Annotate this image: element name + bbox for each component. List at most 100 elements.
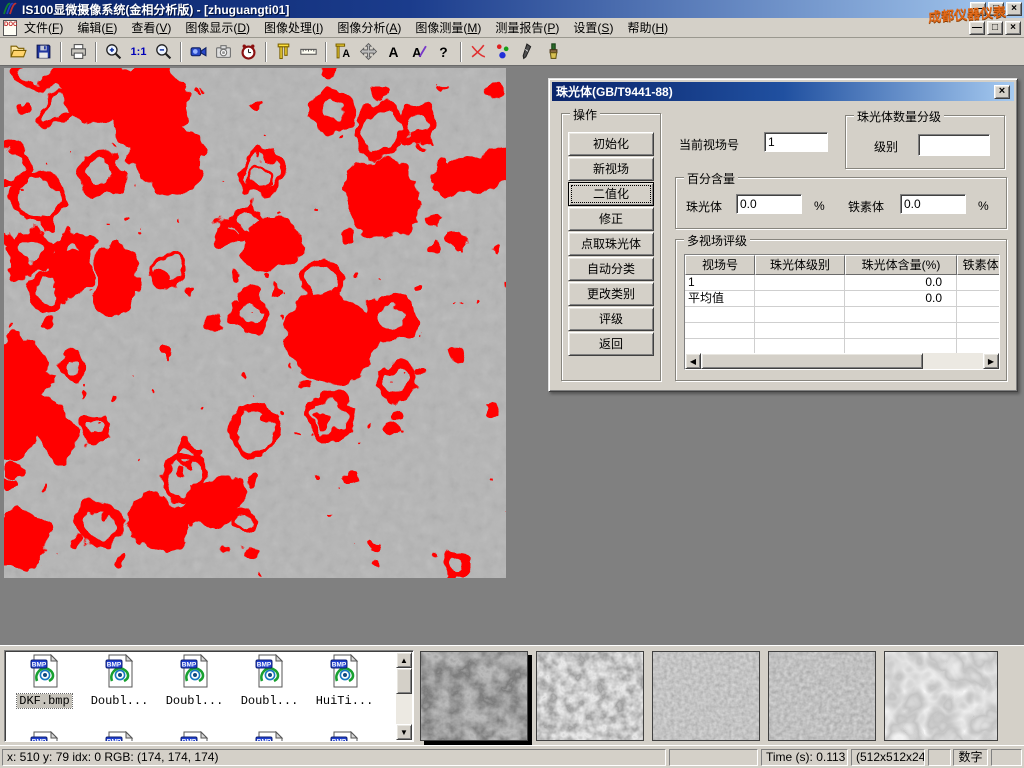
title-bar: IS100显微摄像系统(金相分析版) - [zhuguangti01] — □ … [0, 0, 1024, 18]
measure-text-button[interactable]: A [331, 40, 356, 64]
multi-field-table[interactable]: 视场号珠光体级别珠光体含量(%)铁素体含量(%) 10.0平均值0.0 ◀ ▶ [684, 254, 1000, 370]
file-item-1[interactable]: BMPDKF.bmp [7, 654, 82, 708]
table-row[interactable] [685, 323, 1000, 339]
menu-bar: DOC 文件(F)编辑(E)查看(V)图像显示(D)图像处理(I)图像分析(A)… [0, 18, 1024, 38]
particle-count-button[interactable] [491, 40, 516, 64]
table-row[interactable]: 10.0 [685, 275, 1000, 291]
zoom-in-icon [105, 43, 122, 60]
thumbnail-3[interactable] [652, 651, 760, 741]
file-name: HuiTi... [314, 694, 376, 708]
menu-item-5[interactable]: 图像处理(I) [257, 17, 330, 38]
actual-size-button[interactable]: 1:1 [126, 40, 151, 64]
current-field-input[interactable] [764, 132, 828, 152]
scroll-up-button[interactable]: ▲ [396, 652, 412, 668]
grading-group-label: 珠光体数量分级 [854, 108, 944, 125]
bmp-file-icon: BMP [178, 731, 212, 742]
scroll-right-button[interactable]: ▶ [983, 353, 999, 369]
table-cell [957, 291, 1000, 307]
workspace: 珠光体(GB/T9441-88) × 操作 初始化新视场二值化修正点取珠光体自动… [0, 66, 1024, 645]
operation-group: 操作 初始化新视场二值化修正点取珠光体自动分类更改类别评级返回 [561, 113, 661, 381]
ruler-button[interactable] [296, 40, 321, 64]
op-button-1[interactable]: 初始化 [568, 132, 654, 156]
help-button[interactable]: ? [431, 40, 456, 64]
brush-icon [545, 43, 562, 60]
op-button-4[interactable]: 修正 [568, 207, 654, 231]
pearlite-unit: % [814, 199, 825, 213]
thumbnail-4[interactable] [768, 651, 876, 741]
menu-item-9[interactable]: 设置(S) [566, 17, 620, 38]
file-list-vscrollbar[interactable]: ▲ ▼ [396, 652, 412, 740]
thumbnail-5[interactable] [884, 651, 998, 741]
file-item-row2-1[interactable]: BMP [7, 731, 82, 742]
vscrollbar-thumb[interactable] [396, 668, 412, 694]
scroll-left-button[interactable]: ◀ [685, 353, 701, 369]
file-item-row2-5[interactable]: BMP [307, 731, 382, 742]
op-button-3[interactable]: 二值化 [568, 182, 654, 206]
timer-button[interactable] [236, 40, 261, 64]
text-edit-button[interactable]: A [406, 40, 431, 64]
bmp-file-icon: BMP [178, 654, 212, 691]
file-item-row2-2[interactable]: BMP [82, 731, 157, 742]
video-capture-button[interactable] [186, 40, 211, 64]
ferrite-percent-input[interactable] [900, 194, 966, 214]
close-button[interactable]: × [1006, 2, 1022, 16]
camera-icon [215, 43, 232, 60]
file-item-4[interactable]: BMPDoubl... [232, 654, 307, 708]
menu-item-1[interactable]: 文件(F) [17, 17, 70, 38]
file-item-3[interactable]: BMPDoubl... [157, 654, 232, 708]
curve-tool-button[interactable] [466, 40, 491, 64]
menu-item-7[interactable]: 图像测量(M) [408, 17, 488, 38]
level-input[interactable] [918, 134, 990, 156]
op-button-2[interactable]: 新视场 [568, 157, 654, 181]
caliper-icon [275, 43, 292, 60]
thumbnail-1[interactable] [420, 651, 528, 741]
specimen-image[interactable] [4, 68, 506, 578]
menu-item-2[interactable]: 编辑(E) [70, 17, 124, 38]
save-button[interactable] [31, 40, 56, 64]
print-button[interactable] [66, 40, 91, 64]
thumbnail-2[interactable] [536, 651, 644, 741]
menu-item-6[interactable]: 图像分析(A) [330, 17, 408, 38]
menu-item-3[interactable]: 查看(V) [124, 17, 178, 38]
file-browser[interactable]: BMPDKF.bmpBMPDoubl...BMPDoubl...BMPDoubl… [4, 650, 414, 742]
dialog-title-bar[interactable]: 珠光体(GB/T9441-88) × [552, 82, 1014, 101]
file-item-2[interactable]: BMPDoubl... [82, 654, 157, 708]
minimize-button[interactable]: — [970, 2, 986, 16]
svg-text:BMP: BMP [256, 738, 271, 742]
table-hscrollbar[interactable]: ◀ ▶ [685, 353, 999, 369]
op-button-9[interactable]: 返回 [568, 332, 654, 356]
file-item-row2-3[interactable]: BMP [157, 731, 232, 742]
file-item-row2-4[interactable]: BMP [232, 731, 307, 742]
pearlite-percent-input[interactable] [736, 194, 802, 214]
move-cross-button[interactable] [356, 40, 381, 64]
op-button-7[interactable]: 更改类别 [568, 282, 654, 306]
text-label-button[interactable]: A [381, 40, 406, 64]
table-row[interactable] [685, 307, 1000, 323]
pointer-pen-button[interactable] [516, 40, 541, 64]
hscrollbar-thumb[interactable] [701, 353, 923, 369]
scroll-down-button[interactable]: ▼ [396, 724, 412, 740]
table-row[interactable]: 平均值0.0 [685, 291, 1000, 307]
dialog-close-button[interactable]: × [994, 85, 1010, 99]
bmp-file-icon: BMP [253, 731, 287, 742]
open-file-button[interactable] [6, 40, 31, 64]
camera-button[interactable] [211, 40, 236, 64]
zoom-out-button[interactable] [151, 40, 176, 64]
ruler-icon [300, 43, 317, 60]
op-button-8[interactable]: 评级 [568, 307, 654, 331]
menu-item-4[interactable]: 图像显示(D) [178, 17, 257, 38]
maximize-button[interactable]: □ [988, 2, 1004, 16]
menu-item-8[interactable]: 测量报告(P) [488, 17, 566, 38]
file-item-5[interactable]: BMPHuiTi... [307, 654, 382, 708]
move-cross-icon [360, 43, 377, 60]
op-button-6[interactable]: 自动分类 [568, 257, 654, 281]
brush-button[interactable] [541, 40, 566, 64]
caliper-button[interactable] [271, 40, 296, 64]
child-close-button[interactable]: × [1005, 21, 1021, 35]
menu-item-10[interactable]: 帮助(H) [620, 17, 675, 38]
zoom-in-button[interactable] [101, 40, 126, 64]
child-restore-button[interactable]: □ [987, 21, 1003, 35]
column-header-2: 珠光体级别 [755, 255, 845, 275]
child-minimize-button[interactable]: — [969, 21, 985, 35]
op-button-5[interactable]: 点取珠光体 [568, 232, 654, 256]
